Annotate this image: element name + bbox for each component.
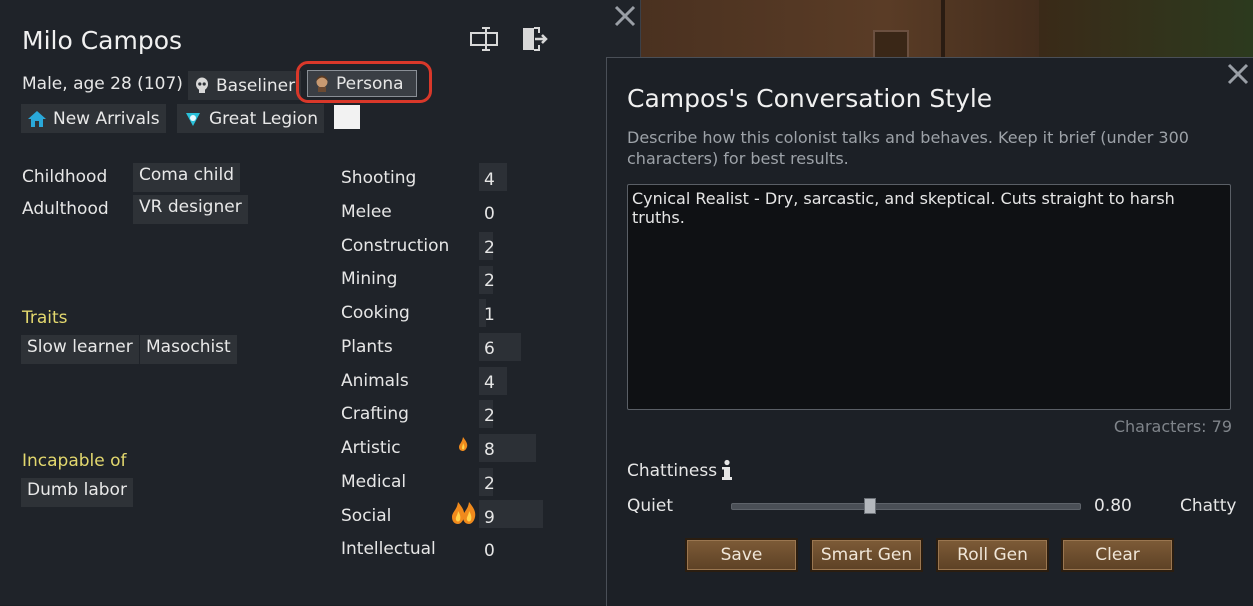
character-window: Milo Campos Male, age 28 (107) Baseliner… <box>0 0 641 605</box>
skill-level: 2 <box>484 406 495 426</box>
chattiness-label: Chattiness <box>627 461 718 481</box>
incapable-item[interactable]: Dumb labor <box>21 478 133 507</box>
passion-flame-icon <box>457 436 469 457</box>
skill-level: 4 <box>484 373 495 393</box>
persona-text: Cynical Realist - Dry, sarcastic, and sk… <box>632 189 1175 227</box>
childhood-value[interactable]: Coma child <box>133 163 241 192</box>
traits-heading: Traits <box>22 308 68 328</box>
persona-textarea[interactable]: Cynical Realist - Dry, sarcastic, and sk… <box>627 184 1231 410</box>
clear-button[interactable]: Clear <box>1061 538 1174 572</box>
rename-icon[interactable] <box>469 26 501 52</box>
skill-name: Shooting <box>341 168 417 188</box>
chatty-label: Chatty <box>1180 496 1237 516</box>
dialog-close-icon[interactable] <box>1226 62 1250 86</box>
roll-gen-button[interactable]: Roll Gen <box>936 538 1049 572</box>
adulthood-label: Adulthood <box>22 199 109 219</box>
dialog-title: Campos's Conversation Style <box>627 84 993 113</box>
chattiness-value: 0.80 <box>1094 496 1132 516</box>
skill-level: 4 <box>484 170 495 190</box>
map-trees <box>1039 0 1253 57</box>
skill-name: Plants <box>341 337 393 357</box>
skill-name: Crafting <box>341 404 409 424</box>
skill-name: Intellectual <box>341 539 436 559</box>
character-summary: Male, age 28 (107) <box>22 74 183 94</box>
smart-gen-button[interactable]: Smart Gen <box>810 538 923 572</box>
skill-name: Social <box>341 506 392 526</box>
character-count: Characters: 79 <box>1113 417 1232 436</box>
skill-level: 0 <box>484 541 495 561</box>
close-icon[interactable] <box>613 4 637 28</box>
skill-name: Animals <box>341 371 409 391</box>
faction-tag[interactable]: New Arrivals <box>21 104 166 133</box>
character-name: Milo Campos <box>22 26 183 55</box>
trait-item[interactable]: Slow learner <box>21 335 139 364</box>
skill-level: 8 <box>484 440 495 460</box>
map-wall <box>941 0 945 57</box>
xenotype-label: Baseliner <box>216 75 296 96</box>
skill-name: Mining <box>341 269 398 289</box>
chattiness-slider-track[interactable] <box>731 503 1081 510</box>
game-map-background <box>641 0 1253 61</box>
info-icon[interactable] <box>720 459 734 486</box>
adulthood-value[interactable]: VR designer <box>133 195 248 224</box>
skill-level: 2 <box>484 238 495 258</box>
chattiness-slider-handle[interactable] <box>864 498 876 514</box>
skill-level: 2 <box>484 271 495 291</box>
skill-level: 1 <box>484 305 495 325</box>
faction-label: New Arrivals <box>53 108 160 129</box>
skill-level: 0 <box>484 204 495 224</box>
skill-level: 9 <box>484 508 495 528</box>
quiet-label: Quiet <box>627 496 674 516</box>
skill-name: Medical <box>341 472 407 492</box>
ideology-tag[interactable]: Great Legion <box>177 104 325 133</box>
skill-level: 6 <box>484 339 495 359</box>
trait-item[interactable]: Masochist <box>140 335 237 364</box>
skill-name: Cooking <box>341 303 410 323</box>
childhood-label: Childhood <box>22 167 108 187</box>
ideology-label: Great Legion <box>209 108 319 129</box>
dialog-description: Describe how this colonist talks and beh… <box>627 128 1189 168</box>
persona-button-label: Persona <box>336 73 404 94</box>
skill-name: Artistic <box>341 438 401 458</box>
favorite-color-swatch[interactable] <box>334 105 360 129</box>
major-passion-flame-icon <box>450 500 478 531</box>
persona-button[interactable]: Persona <box>307 70 417 97</box>
skill-name: Construction <box>341 236 450 256</box>
home-icon <box>28 110 46 127</box>
skull-icon <box>196 77 208 93</box>
incapable-heading: Incapable of <box>22 451 127 471</box>
skill-level: 2 <box>484 474 495 494</box>
skill-name: Melee <box>341 202 392 222</box>
xenotype-tag[interactable]: Baseliner <box>188 71 302 100</box>
banish-icon[interactable] <box>520 25 548 53</box>
save-button[interactable]: Save <box>685 538 798 572</box>
portrait-icon <box>316 75 328 92</box>
ideology-icon <box>186 112 200 126</box>
